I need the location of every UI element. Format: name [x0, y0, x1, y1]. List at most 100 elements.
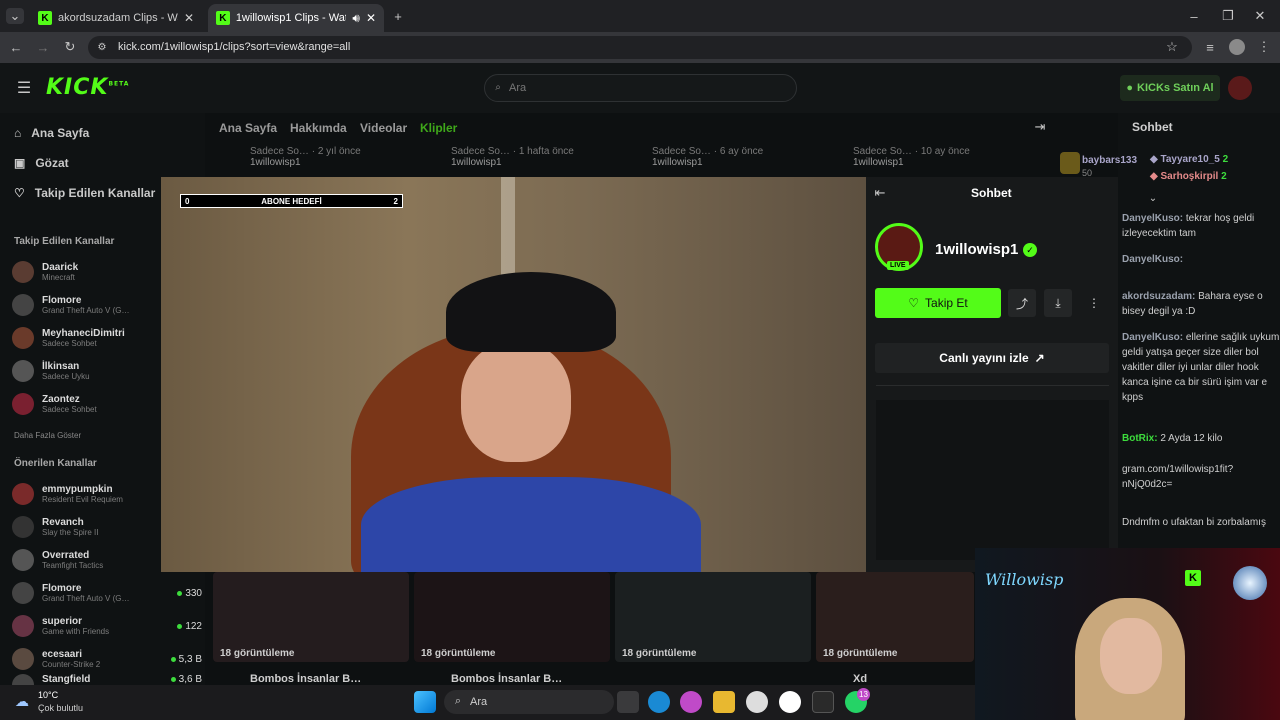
- clip-views: 18 görüntüleme: [622, 648, 697, 659]
- minimize-icon[interactable]: –: [1186, 8, 1202, 24]
- channel-category: Resident Evil Requiem: [42, 495, 123, 504]
- top-user[interactable]: ◆ Sarhoşkirpil 2: [1150, 171, 1227, 182]
- clip-title[interactable]: Bombos İnsanlar B…: [250, 673, 361, 685]
- viewer-count: 5,3 B: [170, 654, 202, 665]
- copilot-icon[interactable]: [680, 691, 702, 713]
- show-more-link[interactable]: Daha Fazla Göster: [14, 431, 81, 440]
- clip-card[interactable]: Sadece So… · 10 ay önce 1willowisp1: [853, 146, 970, 168]
- edge-icon[interactable]: [648, 691, 670, 713]
- close-tab-icon[interactable]: ✕: [184, 11, 194, 25]
- browser-menu-icon[interactable]: ⋮: [1256, 39, 1272, 55]
- weather-desc[interactable]: Çok bulutlu: [38, 703, 83, 713]
- collapse-chat-icon[interactable]: ⇥: [1032, 119, 1048, 134]
- avatar: [12, 360, 34, 382]
- download-button[interactable]: ⤓: [1044, 289, 1072, 317]
- new-tab-icon[interactable]: +: [390, 8, 406, 24]
- clip-views: 18 görüntüleme: [421, 648, 496, 659]
- chrome-icon[interactable]: [746, 691, 768, 713]
- tab-videos[interactable]: Videolar: [360, 121, 407, 135]
- close-tab-icon[interactable]: ✕: [366, 11, 376, 25]
- close-window-icon[interactable]: ✕: [1252, 8, 1268, 24]
- tab-home[interactable]: Ana Sayfa: [219, 121, 277, 135]
- tab-search-icon[interactable]: ⌄: [6, 8, 24, 24]
- heart-icon: ♡: [14, 186, 25, 200]
- more-options-button[interactable]: ⋮: [1080, 289, 1108, 317]
- search-input[interactable]: Ara: [484, 74, 797, 102]
- file-explorer-icon[interactable]: [713, 691, 735, 713]
- recommended-channel[interactable]: Stangfield 3,6 B: [12, 674, 202, 685]
- obs-icon[interactable]: [779, 691, 801, 713]
- channel-category: Teamfight Tactics: [42, 561, 104, 570]
- kick-favicon-icon: K: [38, 11, 52, 25]
- chat-message: Dndmfm o ufaktan bi zorbalamış: [1122, 517, 1266, 528]
- taskbar-search[interactable]: Ara: [444, 690, 614, 714]
- viewer-count: 330: [177, 588, 202, 599]
- top-user[interactable]: ◆ Tayyare10_5 2: [1150, 154, 1228, 165]
- channel-category: Sadece Uyku: [42, 372, 90, 381]
- chat-message: BotRix: 2 Ayda 12 kilo: [1122, 433, 1223, 444]
- share-button[interactable]: ⤴: [1008, 289, 1036, 317]
- channel-name[interactable]: 1willowisp1: [935, 241, 1018, 258]
- channel-name: ecesaari: [42, 649, 83, 660]
- url-field[interactable]: kick.com/1willowisp1/clips?sort=view&ran…: [88, 36, 1192, 59]
- avatar: [12, 327, 34, 349]
- recommended-channel[interactable]: Flomore Grand Theft Auto V (G… 330: [12, 577, 202, 609]
- task-view-icon[interactable]: [617, 691, 639, 713]
- tab-clips[interactable]: Klipler: [420, 121, 457, 135]
- channel-category: Counter-Strike 2: [42, 660, 101, 669]
- nav-following[interactable]: ♡ Takip Edilen Kanallar: [14, 186, 155, 200]
- clip-title[interactable]: Xd: [853, 673, 867, 685]
- channel-name: emmypumpkin: [42, 484, 113, 495]
- hamburger-menu-icon[interactable]: ☰: [14, 79, 34, 97]
- channel-name: Overrated: [42, 550, 90, 561]
- clip-card[interactable]: Sadece So… · 2 yıl önce 1willowisp1: [250, 146, 361, 168]
- collapse-icon[interactable]: ⇤: [872, 185, 888, 200]
- buy-kicks-button[interactable]: ● KICKs Satın Al: [1120, 75, 1220, 101]
- forward-icon[interactable]: →: [35, 39, 51, 55]
- chat-message: nNjQ0d2c=: [1122, 479, 1173, 490]
- kicks-button-label: KICKs Satın Al: [1137, 82, 1214, 94]
- clip-card[interactable]: Sadece So… · 6 ay önce 1willowisp1: [652, 146, 763, 168]
- top-user-count: 50: [1082, 168, 1093, 178]
- channel-category: Game with Friends: [42, 627, 110, 636]
- kick-logo[interactable]: KICKBETA: [46, 75, 129, 100]
- subscriber-goal-bar: 0 ABONE HEDEFİ 2: [180, 194, 403, 208]
- url-text: kick.com/1willowisp1/clips?sort=view&ran…: [118, 41, 351, 53]
- webcam-logo-text: Willowisp: [985, 570, 1064, 589]
- audio-icon[interactable]: 🔊︎: [352, 11, 360, 26]
- recommended-channel[interactable]: superior Game with Friends 122: [12, 610, 202, 642]
- tab-about[interactable]: Hakkımda: [290, 121, 347, 135]
- nav-browse[interactable]: ▣ Gözat: [14, 156, 69, 170]
- follow-button[interactable]: ♡ Takip Et: [875, 288, 1001, 318]
- channel-name: Flomore: [42, 295, 82, 306]
- search-placeholder: Ara: [509, 82, 527, 94]
- verified-icon: ✓: [1023, 243, 1037, 257]
- weather-temp[interactable]: 10°C: [38, 690, 58, 700]
- channel-category: Grand Theft Auto V (G…: [42, 306, 130, 315]
- recommended-channel[interactable]: ecesaari Counter-Strike 2 5,3 B: [12, 643, 202, 675]
- browser-tab-0[interactable]: K akordsuzadam Clips - Watch Li ✕: [30, 4, 206, 32]
- expand-chevron-icon[interactable]: ⌄: [1146, 192, 1160, 204]
- media-control-icon[interactable]: ≡: [1202, 39, 1218, 55]
- clip-card[interactable]: Sadece So… · 1 hafta önce 1willowisp1: [451, 146, 574, 168]
- windows-start-icon[interactable]: [414, 691, 436, 713]
- site-info-icon[interactable]: ⚙: [95, 40, 109, 54]
- nav-home[interactable]: ⌂ Ana Sayfa: [14, 126, 89, 140]
- reload-icon[interactable]: ↻: [62, 39, 78, 55]
- notification-badge: 13: [857, 688, 870, 701]
- back-icon[interactable]: ←: [8, 39, 24, 55]
- clip-video-player[interactable]: [161, 177, 866, 572]
- watch-live-button[interactable]: Canlı yayını izle ↗: [875, 343, 1109, 373]
- terminal-icon[interactable]: [812, 691, 834, 713]
- profile-avatar[interactable]: [1229, 39, 1245, 55]
- panel-title: Sohbet: [971, 186, 1012, 200]
- avatar: [12, 582, 34, 604]
- browser-tab-1[interactable]: K 1willowisp1 Clips - Watch Li 🔊︎ ✕: [208, 4, 384, 32]
- bookmark-star-icon[interactable]: ☆: [1164, 39, 1180, 55]
- live-badge: LIVE: [887, 261, 909, 270]
- restore-icon[interactable]: ❐: [1220, 8, 1236, 24]
- clip-title[interactable]: Bombos İnsanlar B…: [451, 673, 562, 685]
- user-avatar[interactable]: [1228, 76, 1252, 100]
- viewer-count: 122: [177, 621, 202, 632]
- top-user[interactable]: baybars133: [1082, 155, 1137, 166]
